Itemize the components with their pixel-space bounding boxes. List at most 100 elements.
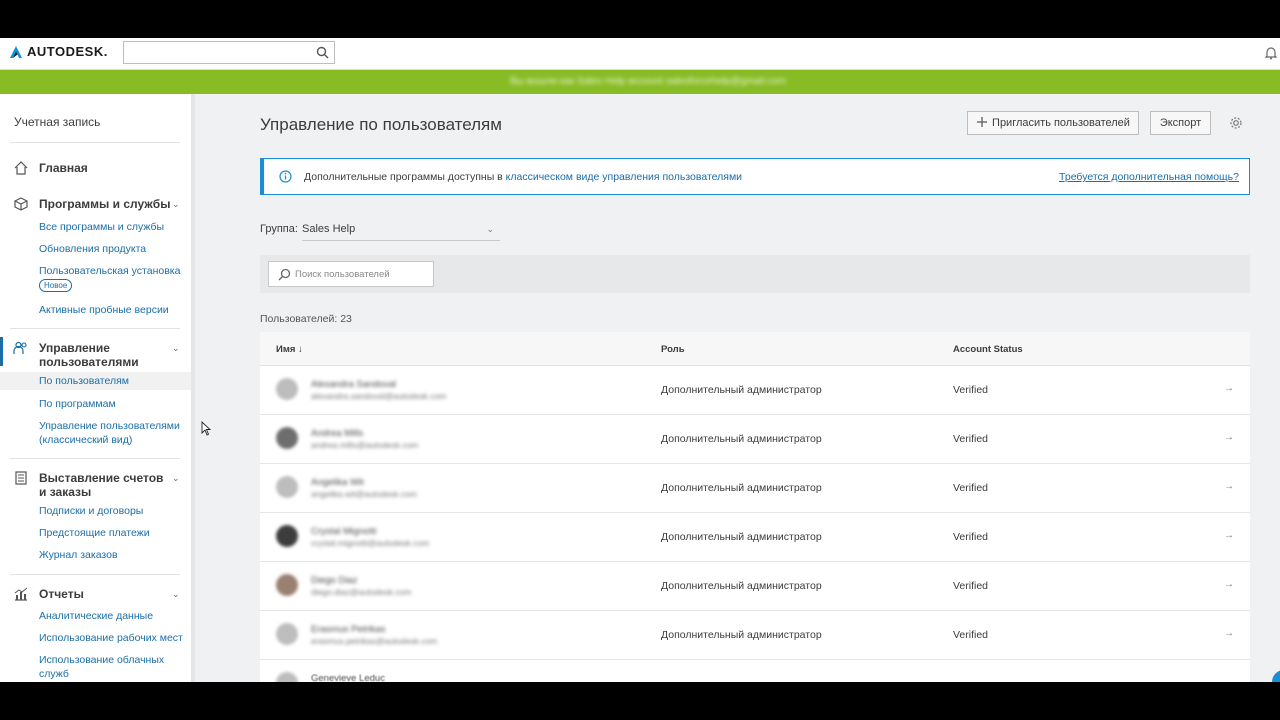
sidebar-item-label: Главная xyxy=(39,161,88,175)
arrow-right-icon[interactable]: → xyxy=(1224,530,1234,541)
avatar xyxy=(276,378,298,400)
user-search-field[interactable] xyxy=(268,261,434,287)
gear-icon[interactable] xyxy=(1229,116,1243,135)
table-row[interactable]: Angelika Wit angelika.wit@autodesk.com Д… xyxy=(260,464,1250,513)
user-email: angelika.wit@autodesk.com xyxy=(311,489,417,499)
avatar xyxy=(276,623,298,645)
user-role: Дополнительный администратор xyxy=(661,531,822,543)
sidebar-link-upcoming-payments[interactable]: Предстоящие платежи xyxy=(39,526,150,540)
box-icon xyxy=(13,196,29,212)
user-role: Дополнительный администратор xyxy=(661,629,822,641)
user-status: Verified xyxy=(953,433,989,445)
sidebar-link-order-history[interactable]: Журнал заказов xyxy=(39,548,118,562)
user-status: Verified xyxy=(953,482,989,494)
chevron-down-icon[interactable]: ⌄ xyxy=(172,199,180,210)
table-row[interactable]: Alexandra Sandoval alexandra.sandoval@au… xyxy=(260,366,1250,415)
classic-view-link[interactable]: классическом виде управления пользовател… xyxy=(506,171,742,183)
sidebar-link-seat-usage[interactable]: Использование рабочих мест xyxy=(39,631,183,645)
user-search-input[interactable] xyxy=(295,266,431,282)
table-row[interactable]: Genevieve Leduc xyxy=(260,660,1250,682)
sidebar-item-label: Программы и службы xyxy=(39,197,171,211)
arrow-right-icon[interactable]: → xyxy=(1224,383,1234,394)
sidebar-account-title: Учетная запись xyxy=(14,115,101,129)
autodesk-logo[interactable]: AUTODESK. xyxy=(9,44,108,59)
global-search[interactable] xyxy=(123,41,335,64)
sidebar-link-cloud-usage[interactable]: Использование облачных служб xyxy=(39,653,174,681)
users-count: Пользователей: 23 xyxy=(260,313,352,325)
mouse-cursor-icon xyxy=(201,420,212,441)
chevron-down-icon[interactable]: ⌄ xyxy=(172,343,180,354)
user-email: alexandra.sandoval@autodesk.com xyxy=(311,391,447,401)
sidebar-item-products[interactable]: Программы и службы ⌄ xyxy=(0,195,191,215)
reports-icon xyxy=(13,586,29,602)
arrow-right-icon[interactable]: → xyxy=(1224,579,1234,590)
export-button[interactable]: Экспорт xyxy=(1150,111,1211,135)
video-letterbox-top xyxy=(0,0,1280,38)
user-status: Verified xyxy=(953,629,989,641)
sidebar-divider xyxy=(10,458,180,459)
user-email: erasmus.petrikas@autodesk.com xyxy=(311,636,438,646)
avatar xyxy=(276,427,298,449)
table-row[interactable]: Crystal Mignotti crystal.mignotti@autode… xyxy=(260,513,1250,562)
invite-users-button[interactable]: Пригласить пользователей xyxy=(967,111,1139,135)
arrow-right-icon[interactable]: → xyxy=(1224,432,1234,443)
chevron-down-icon[interactable]: ⌄ xyxy=(172,473,180,484)
sidebar-item-user-management[interactable]: Управление пользователями ⌄ xyxy=(0,339,191,369)
search-icon xyxy=(278,268,291,286)
table-row[interactable]: Andrea Mills andrea.mills@autodesk.com Д… xyxy=(260,415,1250,464)
sidebar-item-billing[interactable]: Выставление счетов и заказы ⌄ xyxy=(0,469,191,499)
browser-viewport: AUTODESK. Вы вошли как Sales Help accoun… xyxy=(0,38,1280,682)
sidebar-link-classic-view[interactable]: Управление пользователями (классический … xyxy=(39,419,184,447)
column-header-role[interactable]: Роль xyxy=(661,344,685,355)
info-message: Дополнительные программы доступны в клас… xyxy=(304,171,742,183)
sidebar-link-active-trials[interactable]: Активные пробные версии xyxy=(39,303,169,317)
arrow-right-icon[interactable]: → xyxy=(1224,628,1234,639)
autodesk-logo-icon xyxy=(9,45,23,59)
user-name: Angelika Wit xyxy=(311,477,364,488)
group-dropdown-value: Sales Help xyxy=(302,223,356,235)
avatar xyxy=(276,574,298,596)
user-name: Genevieve Leduc xyxy=(311,673,385,682)
home-icon xyxy=(13,160,29,176)
info-icon xyxy=(279,170,292,188)
group-dropdown[interactable]: Sales Help ⌄ xyxy=(302,219,500,241)
arrow-right-icon[interactable]: → xyxy=(1224,481,1234,492)
info-message-text: Дополнительные программы доступны в xyxy=(304,171,506,183)
sidebar-link-subscriptions[interactable]: Подписки и договоры xyxy=(39,504,143,518)
sidebar-link-by-products[interactable]: По программам xyxy=(39,397,116,411)
sidebar-divider xyxy=(10,142,180,143)
table-row[interactable]: Diego Diaz diego.diaz@autodesk.com Допол… xyxy=(260,562,1250,611)
user-search-bar xyxy=(260,255,1250,293)
chevron-down-icon: ⌄ xyxy=(486,224,494,234)
users-table: Имя ↓ Роль Account Status Alexandra Sand… xyxy=(260,332,1250,682)
user-name: Alexandra Sandoval xyxy=(311,379,397,390)
chevron-down-icon[interactable]: ⌄ xyxy=(172,589,180,600)
sidebar-link-insights[interactable]: Аналитические данные xyxy=(39,609,153,623)
notifications-bell-icon[interactable] xyxy=(1264,46,1278,65)
sidebar-link-by-users[interactable]: По пользователям xyxy=(0,372,191,390)
user-name: Erasmus Petrikas xyxy=(311,624,386,635)
search-icon[interactable] xyxy=(316,46,329,64)
top-bar: AUTODESK. xyxy=(0,38,1280,70)
banner-text: Вы вошли как Sales Help account salesfor… xyxy=(510,76,787,87)
account-banner: Вы вошли как Sales Help account salesfor… xyxy=(0,70,1280,94)
column-header-name[interactable]: Имя ↓ xyxy=(276,344,303,355)
sidebar-link-custom-install[interactable]: Пользовательская установка xyxy=(39,264,180,278)
group-label: Группа: xyxy=(260,223,298,235)
user-status: Verified xyxy=(953,384,989,396)
global-search-input[interactable] xyxy=(124,42,304,63)
sidebar-item-reports[interactable]: Отчеты ⌄ xyxy=(0,585,191,605)
sidebar-link-product-updates[interactable]: Обновления продукта xyxy=(39,242,146,256)
page-title: Управление по пользователям xyxy=(260,115,502,134)
info-notice: Дополнительные программы доступны в клас… xyxy=(260,158,1250,195)
user-email: diego.diaz@autodesk.com xyxy=(311,587,412,597)
need-help-link[interactable]: Требуется дополнительная помощь? xyxy=(1059,171,1239,183)
column-header-status[interactable]: Account Status xyxy=(953,344,1023,355)
sidebar-divider xyxy=(10,574,180,575)
sidebar-item-home[interactable]: Главная xyxy=(0,159,191,179)
table-row[interactable]: Erasmus Petrikas erasmus.petrikas@autode… xyxy=(260,611,1250,660)
user-name: Crystal Mignotti xyxy=(311,526,377,537)
user-role: Дополнительный администратор xyxy=(661,580,822,592)
plus-icon xyxy=(976,116,988,131)
sidebar-link-all-products[interactable]: Все программы и службы xyxy=(39,220,164,234)
